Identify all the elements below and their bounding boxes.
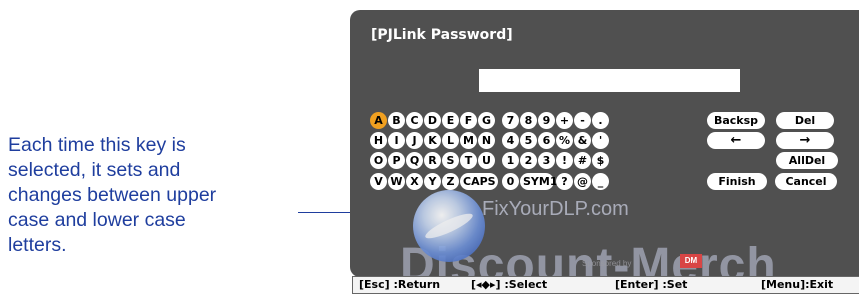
dm-logo-icon: DM: [680, 254, 702, 268]
key-p[interactable]: P: [388, 152, 405, 169]
key-x37[interactable]: %: [556, 132, 573, 149]
site-watermark: FixYourDLP.com: [482, 198, 629, 220]
key-x33[interactable]: !: [556, 152, 573, 169]
key-q[interactable]: Q: [406, 152, 423, 169]
globe-watermark-icon: [413, 190, 485, 262]
callout-line-2: selected, it sets and: [8, 159, 181, 181]
cancel-key[interactable]: Cancel: [775, 173, 837, 190]
key-a[interactable]: A: [370, 112, 387, 129]
sponsored-text: Sponsored by: [582, 259, 632, 268]
callout-line-3: changes between upper: [8, 184, 217, 206]
key-y[interactable]: Y: [424, 173, 441, 190]
key-u[interactable]: U: [478, 152, 495, 169]
key-f[interactable]: F: [460, 112, 477, 129]
key-x63[interactable]: ?: [556, 173, 573, 190]
esc-hint: [Esc] :Return: [359, 278, 441, 291]
key-x45[interactable]: -: [574, 112, 591, 129]
key-w[interactable]: W: [388, 173, 405, 190]
delete-key[interactable]: Del: [776, 112, 834, 129]
password-field[interactable]: [479, 69, 740, 92]
key-v[interactable]: V: [370, 173, 387, 190]
key-x36[interactable]: $: [592, 152, 609, 169]
key-g[interactable]: G: [478, 112, 495, 129]
key-0[interactable]: 0: [502, 173, 519, 190]
key-x64[interactable]: @: [574, 173, 591, 190]
cursor-left-key[interactable]: ←: [707, 132, 765, 149]
key-s[interactable]: S: [442, 152, 459, 169]
key-1[interactable]: 1: [502, 152, 519, 169]
key-x46[interactable]: .: [592, 112, 609, 129]
key-x39[interactable]: ': [592, 132, 609, 149]
finish-key[interactable]: Finish: [707, 173, 767, 190]
enter-hint: [Enter] :Set: [615, 278, 688, 291]
key-k[interactable]: K: [424, 132, 441, 149]
key-x43[interactable]: +: [556, 112, 573, 129]
key-n[interactable]: N: [478, 132, 495, 149]
key-x35[interactable]: #: [574, 152, 591, 169]
key-o[interactable]: O: [370, 152, 387, 169]
select-hint: [◂◆▸] :Select: [471, 278, 548, 291]
key-h[interactable]: H: [370, 132, 387, 149]
callout-line-5: letters.: [8, 234, 67, 256]
menu-hint: [Menu]:Exit: [761, 278, 834, 291]
key-5[interactable]: 5: [520, 132, 537, 149]
key-2[interactable]: 2: [520, 152, 537, 169]
key-6[interactable]: 6: [538, 132, 555, 149]
key-r[interactable]: R: [424, 152, 441, 169]
key-i[interactable]: I: [388, 132, 405, 149]
callout-line-1: Each time this key is: [8, 134, 186, 156]
key-d[interactable]: D: [424, 112, 441, 129]
key-8[interactable]: 8: [520, 112, 537, 129]
key-9[interactable]: 9: [538, 112, 555, 129]
key-x38[interactable]: &: [574, 132, 591, 149]
key-7[interactable]: 7: [502, 112, 519, 129]
callout-text: Each time this key is selected, it sets …: [8, 133, 338, 258]
all-delete-key[interactable]: AllDel: [776, 152, 838, 169]
key-4[interactable]: 4: [502, 132, 519, 149]
key-e[interactable]: E: [442, 112, 459, 129]
key-3[interactable]: 3: [538, 152, 555, 169]
dialog-title: [PJLink Password]: [371, 27, 513, 43]
key-z[interactable]: Z: [442, 173, 459, 190]
key-sym1[interactable]: SYM1: [520, 173, 558, 190]
key-caps[interactable]: CAPS: [460, 173, 498, 190]
cursor-right-key[interactable]: →: [776, 132, 834, 149]
key-t[interactable]: T: [460, 152, 477, 169]
key-x[interactable]: X: [406, 173, 423, 190]
callout-line-4: case and lower case: [8, 209, 186, 231]
key-j[interactable]: J: [406, 132, 423, 149]
key-b[interactable]: B: [388, 112, 405, 129]
key-x95[interactable]: _: [592, 173, 609, 190]
bottom-help-bar: [Esc] :Return [◂◆▸] :Select [Enter] :Set…: [352, 276, 859, 294]
backspace-key[interactable]: Backsp: [707, 112, 765, 129]
key-l[interactable]: L: [442, 132, 459, 149]
key-c[interactable]: C: [406, 112, 423, 129]
key-m[interactable]: M: [460, 132, 477, 149]
